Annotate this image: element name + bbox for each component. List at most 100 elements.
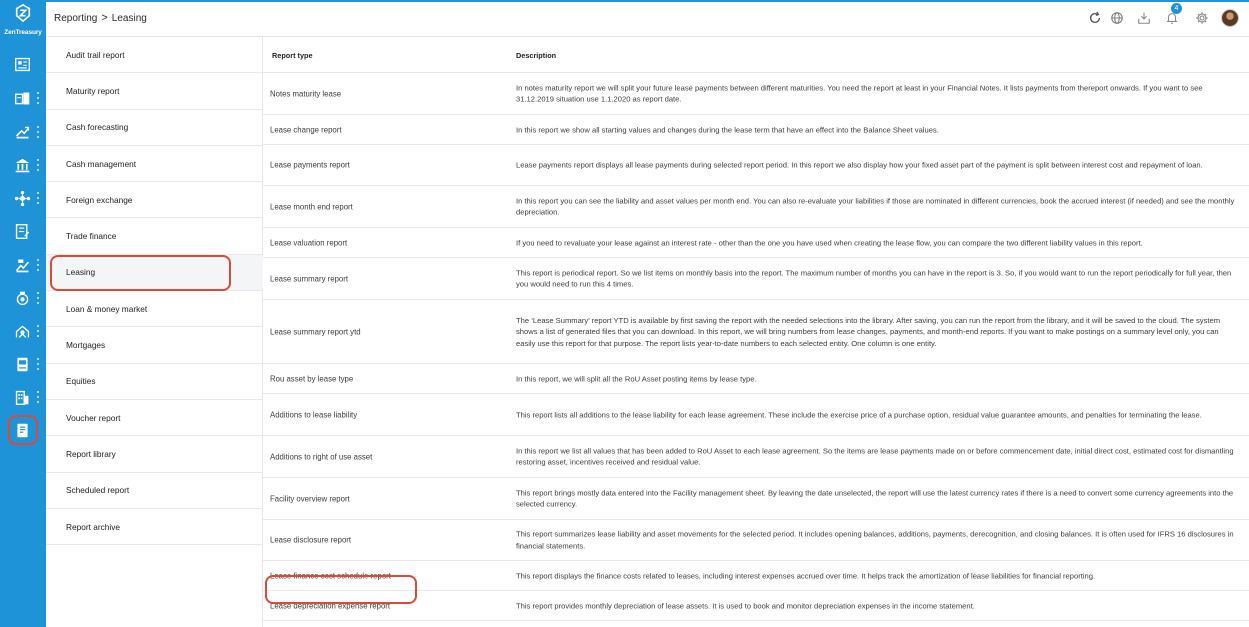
bank-more-icon[interactable] [36, 159, 39, 171]
menu-item[interactable]: Maturity report [46, 73, 263, 110]
menu-item[interactable]: Cash management [46, 146, 263, 183]
report-type-cell[interactable]: Notes maturity lease [270, 89, 341, 98]
report-type-cell[interactable]: Rou asset by lease type [270, 374, 353, 383]
table-row[interactable]: Lease disclosure report This report summa… [263, 520, 1249, 561]
notification-count-badge: 4 [1171, 3, 1182, 14]
investments-more-icon[interactable] [36, 259, 39, 271]
app-logo[interactable]: ZenTreasury [0, 3, 46, 36]
network-icon[interactable] [12, 188, 32, 208]
menu-item[interactable]: Trade finance [46, 219, 263, 255]
report-type-cell[interactable]: Lease change report [270, 125, 342, 134]
investments-icon[interactable] [12, 255, 32, 275]
description-cell: This report is periodical report. So we … [516, 268, 1232, 289]
menu-item-label: Mortgages [66, 340, 106, 351]
table-row[interactable]: Facility overview report This report brin… [263, 478, 1249, 520]
settings-gear-icon[interactable] [1194, 10, 1210, 26]
table-row[interactable]: Lease change report In this report we sho… [263, 115, 1249, 145]
payments-icon[interactable] [12, 122, 32, 142]
menu-item-label: Audit trail report [66, 49, 125, 60]
cash-more-icon[interactable] [36, 292, 39, 304]
selected-row-highlight [265, 575, 417, 604]
dashboard-icon[interactable] [12, 54, 32, 74]
description-cell: In this report we list all values that h… [516, 446, 1234, 467]
user-avatar[interactable] [1221, 9, 1239, 27]
menu-item[interactable]: Mortgages [46, 327, 263, 364]
accounts-icon[interactable] [12, 88, 32, 108]
report-table: Report type Description Notes maturity l… [263, 37, 1249, 627]
documents-icon[interactable] [12, 221, 32, 241]
description-cell: In this report you can see the liability… [516, 196, 1235, 217]
breadcrumb-parent[interactable]: Reporting [54, 13, 97, 24]
left-rail: ZenTreasury [0, 0, 46, 627]
bank-icon[interactable] [12, 155, 32, 175]
menu-item[interactable]: Scheduled report [46, 473, 263, 509]
table-row[interactable]: Lease valuation report If you need to rev… [263, 228, 1249, 258]
menu-item-label: Trade finance [66, 231, 117, 242]
building-more-icon[interactable] [36, 391, 39, 403]
menu-item-label: Voucher report [66, 412, 121, 423]
table-row[interactable]: Lease summary report ytd The ‘Lease Summa… [263, 300, 1249, 364]
table-row[interactable]: Additions to right of use asset In this r… [263, 436, 1249, 478]
description-cell: This report brings mostly data entered i… [516, 488, 1234, 509]
book-icon[interactable] [12, 354, 32, 374]
accounts-more-icon[interactable] [36, 92, 39, 104]
description-cell: This report lists all additions to the l… [516, 409, 1202, 419]
description-cell: If you need to revaluate your lease agai… [516, 237, 1143, 247]
table-row[interactable]: Lease payments report Lease payments repo… [263, 145, 1249, 186]
menu-item[interactable]: Equities [46, 364, 263, 400]
report-type-cell[interactable]: Lease month end report [270, 202, 353, 211]
menu-item-label: Scheduled report [66, 485, 130, 496]
breadcrumb-separator: > [101, 12, 108, 24]
description-cell: The ‘Lease Summary’ report YTD is availa… [516, 315, 1221, 348]
network-more-icon[interactable] [36, 192, 39, 204]
menu-item-label: Report archive [66, 521, 120, 532]
menu-item[interactable]: Report library [46, 436, 263, 473]
menu-item-label: Maturity report [66, 85, 120, 96]
treasury-icon[interactable] [12, 321, 32, 341]
report-type-cell[interactable]: Lease summary report [270, 274, 348, 283]
description-cell: In this report we show all starting valu… [516, 124, 939, 134]
column-header-report-type[interactable]: Report type [272, 51, 313, 60]
treasury-more-icon[interactable] [36, 325, 39, 337]
report-type-cell[interactable]: Additions to lease liability [270, 410, 357, 419]
table-row[interactable]: Notes maturity lease In notes maturity re… [263, 73, 1249, 115]
table-row[interactable]: Rou asset by lease type In this report, w… [263, 364, 1249, 394]
building-icon[interactable] [12, 387, 32, 407]
report-type-cell[interactable]: Facility overview report [270, 494, 350, 503]
menu-item[interactable]: Voucher report [46, 400, 263, 437]
menu-item-label: Cash management [66, 158, 137, 169]
report-category-menu: Audit trail report Maturity report Cash fo… [46, 37, 263, 627]
table-row[interactable]: Additions to lease liability This report … [263, 394, 1249, 436]
menu-item-label: Loan & money market [66, 303, 148, 314]
zentreasury-logo-icon [15, 3, 31, 23]
report-type-cell[interactable]: Lease payments report [270, 161, 350, 170]
description-cell: This report provides monthly depreciatio… [516, 600, 975, 610]
menu-item[interactable]: Cash forecasting [46, 110, 263, 146]
refresh-icon[interactable] [1087, 10, 1103, 26]
report-type-cell[interactable]: Additions to right of use asset [270, 452, 372, 461]
active-menu-highlight [50, 255, 231, 291]
table-header: Report type Description [263, 37, 1249, 73]
breadcrumb-current: Leasing [111, 12, 147, 24]
menu-item[interactable]: Audit trail report [46, 37, 263, 74]
description-cell: In notes maturity report we will split y… [516, 83, 1203, 104]
report-type-cell[interactable]: Lease summary report ytd [270, 327, 361, 336]
cash-icon[interactable] [12, 288, 32, 308]
report-type-cell[interactable]: Lease disclosure report [270, 536, 351, 545]
table-row[interactable]: Lease month end report In this report you… [263, 186, 1249, 228]
inbox-download-icon[interactable] [1136, 10, 1152, 26]
breadcrumb: Reporting > Leasing [54, 12, 147, 24]
book-more-icon[interactable] [36, 358, 39, 370]
table-row[interactable]: Lease summary report This report is perio… [263, 258, 1249, 300]
column-header-description[interactable]: Description [516, 51, 556, 60]
brand-name: ZenTreasury [4, 29, 42, 36]
payments-more-icon[interactable] [36, 126, 39, 138]
report-type-cell[interactable]: Lease valuation report [270, 238, 347, 247]
menu-item[interactable]: Report archive [46, 509, 263, 546]
description-cell: Lease payments report displays all lease… [516, 160, 1203, 170]
top-bar: Reporting > Leasing 4 [46, 0, 1249, 37]
menu-item[interactable]: Foreign exchange [46, 182, 263, 219]
active-rail-highlight [8, 415, 38, 445]
menu-item[interactable]: Loan & money market [46, 291, 263, 328]
globe-icon[interactable] [1109, 10, 1125, 26]
